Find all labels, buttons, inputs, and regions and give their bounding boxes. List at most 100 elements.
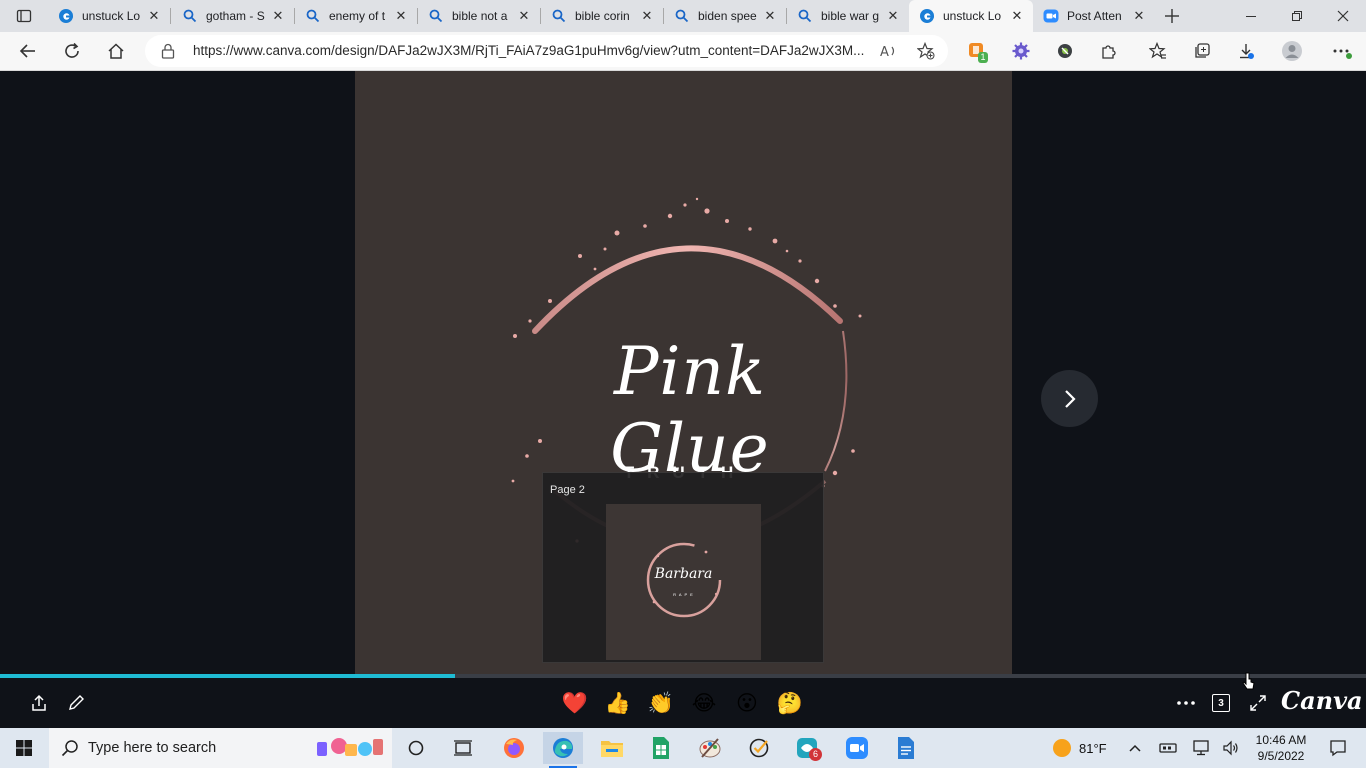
taskbar-clock[interactable]: 10:46 AM 9/5/2022 [1249, 732, 1313, 764]
browser-tab[interactable]: Post Atten ✕ [1033, 0, 1155, 32]
search-icon [551, 8, 567, 24]
taskbar-firefox[interactable] [494, 732, 534, 764]
tab-actions-icon [16, 9, 32, 23]
extension-button[interactable]: 1 [961, 36, 993, 66]
address-bar[interactable]: https://www.canva.com/design/DAFJa2wJX3M… [145, 35, 948, 67]
taskbar-teams[interactable]: 6 [788, 732, 828, 764]
browser-tab[interactable]: bible not a ✕ [418, 0, 540, 32]
browser-tab-active[interactable]: unstuck Lo ✕ [909, 0, 1033, 32]
clock-time: 10:46 AM [1255, 733, 1307, 747]
thumbnail-logo-subtext: R A P E [673, 592, 694, 597]
url-text[interactable]: https://www.canva.com/design/DAFJa2wJX3M… [193, 43, 865, 58]
refresh-button[interactable] [56, 36, 88, 66]
browser-tab[interactable]: unstuck Lo ✕ [48, 0, 170, 32]
close-tab-icon[interactable]: ✕ [885, 8, 901, 24]
tab-title: Post Atten [1067, 9, 1122, 23]
pages-icon: 3 [1212, 694, 1230, 712]
home-button[interactable] [100, 36, 132, 66]
close-tab-icon[interactable]: ✕ [146, 8, 162, 24]
browser-tab[interactable]: gotham - S ✕ [172, 0, 294, 32]
task-view-button[interactable] [443, 732, 483, 764]
reaction-surprised[interactable]: 😮 [731, 688, 763, 718]
share-icon [32, 694, 46, 711]
reaction-clap[interactable]: 👏 [645, 688, 677, 718]
lock-icon[interactable] [161, 43, 175, 64]
puzzle-icon [1102, 45, 1116, 59]
reaction-thinking[interactable]: 🤔 [774, 688, 806, 718]
windows-taskbar: Type here to search 6 81°F 10:46 AM 9/5/… [0, 728, 1366, 768]
thumbnail-page-label: Page 2 [550, 484, 585, 496]
start-button[interactable] [4, 732, 44, 764]
extension-orange-icon: 1 [968, 42, 988, 63]
reaction-heart[interactable]: ❤️ [559, 688, 591, 718]
browser-tab[interactable]: enemy of t ✕ [295, 0, 417, 32]
taskbar-paint[interactable] [690, 732, 730, 764]
new-tab-button[interactable] [1156, 1, 1188, 31]
extension-button[interactable] [1005, 36, 1037, 66]
extension-gear-icon [1012, 42, 1030, 60]
tray-network-adapter[interactable] [1153, 732, 1183, 764]
reaction-thumbs-up[interactable]: 👍 [602, 688, 634, 718]
tab-strip: unstuck Lo ✕ gotham - S ✕ enemy of t ✕ b… [0, 0, 1366, 32]
taskbar-tasks-app[interactable] [739, 732, 779, 764]
search-highlights-icon [315, 734, 387, 767]
chevron-up-icon [1129, 744, 1141, 752]
reaction-laugh[interactable]: 😂 [688, 688, 720, 718]
close-tab-icon[interactable]: ✕ [393, 8, 409, 24]
fullscreen-button[interactable] [1242, 688, 1274, 718]
back-button[interactable] [12, 36, 44, 66]
taskbar-edge-active[interactable] [543, 732, 583, 768]
taskbar-spreadsheet[interactable] [641, 732, 681, 764]
tab-title: bible not a [452, 9, 508, 23]
restore-button[interactable] [1274, 0, 1320, 32]
show-hidden-icons-button[interactable] [1120, 732, 1150, 764]
tab-title: enemy of t [329, 9, 386, 23]
folder-icon [601, 741, 623, 757]
more-options-button[interactable] [1170, 688, 1202, 718]
taskbar-zoom[interactable] [837, 732, 877, 764]
minimize-icon [1246, 16, 1256, 17]
browser-tab[interactable]: bible war g ✕ [787, 0, 909, 32]
collections-button[interactable] [1186, 36, 1218, 66]
zoom-icon [846, 737, 868, 759]
tab-title: biden spee [698, 9, 757, 23]
browser-tab[interactable]: bible corin ✕ [541, 0, 663, 32]
pages-grid-button[interactable]: 3 [1205, 688, 1237, 718]
close-tab-icon[interactable]: ✕ [516, 8, 532, 24]
minimize-button[interactable] [1228, 0, 1274, 32]
search-placeholder: Type here to search [88, 740, 217, 756]
cortana-button[interactable] [396, 732, 436, 764]
page-thumbnail-preview[interactable]: Page 2 Barbara R A P E [542, 472, 824, 663]
settings-more-button[interactable] [1326, 36, 1358, 66]
restore-icon [1292, 11, 1302, 21]
close-tab-icon[interactable]: ✕ [639, 8, 655, 24]
notifications-button[interactable] [1318, 732, 1358, 764]
read-aloud-icon[interactable]: A [880, 43, 898, 64]
browser-tab[interactable]: biden spee ✕ [664, 0, 786, 32]
weather-widget[interactable]: 81°F [1052, 738, 1107, 758]
extensions-button[interactable] [1093, 36, 1125, 66]
favorites-button[interactable] [1142, 36, 1174, 66]
tab-actions-button[interactable] [8, 1, 40, 31]
close-tab-icon[interactable]: ✕ [1131, 8, 1147, 24]
spreadsheet-icon [653, 737, 669, 759]
downloads-button[interactable] [1230, 36, 1262, 66]
next-page-button[interactable] [1041, 370, 1098, 427]
close-tab-icon[interactable]: ✕ [762, 8, 778, 24]
tray-network[interactable] [1186, 732, 1216, 764]
close-tab-icon[interactable]: ✕ [270, 8, 286, 24]
extension-button[interactable] [1049, 36, 1081, 66]
add-favorite-icon[interactable] [916, 41, 935, 65]
canva-logo[interactable]: Canva [1281, 686, 1363, 715]
edit-button[interactable] [60, 688, 92, 718]
profile-button[interactable] [1276, 36, 1308, 66]
tray-volume[interactable] [1216, 732, 1246, 764]
share-button[interactable] [23, 688, 55, 718]
tab-title: unstuck Lo [943, 9, 1002, 23]
taskbar-search-box[interactable]: Type here to search [49, 728, 392, 768]
close-window-button[interactable] [1320, 0, 1366, 32]
taskbar-file-explorer[interactable] [592, 732, 632, 764]
taskbar-word[interactable] [886, 732, 926, 764]
firefox-icon [504, 738, 524, 758]
close-tab-icon[interactable]: ✕ [1009, 8, 1025, 24]
